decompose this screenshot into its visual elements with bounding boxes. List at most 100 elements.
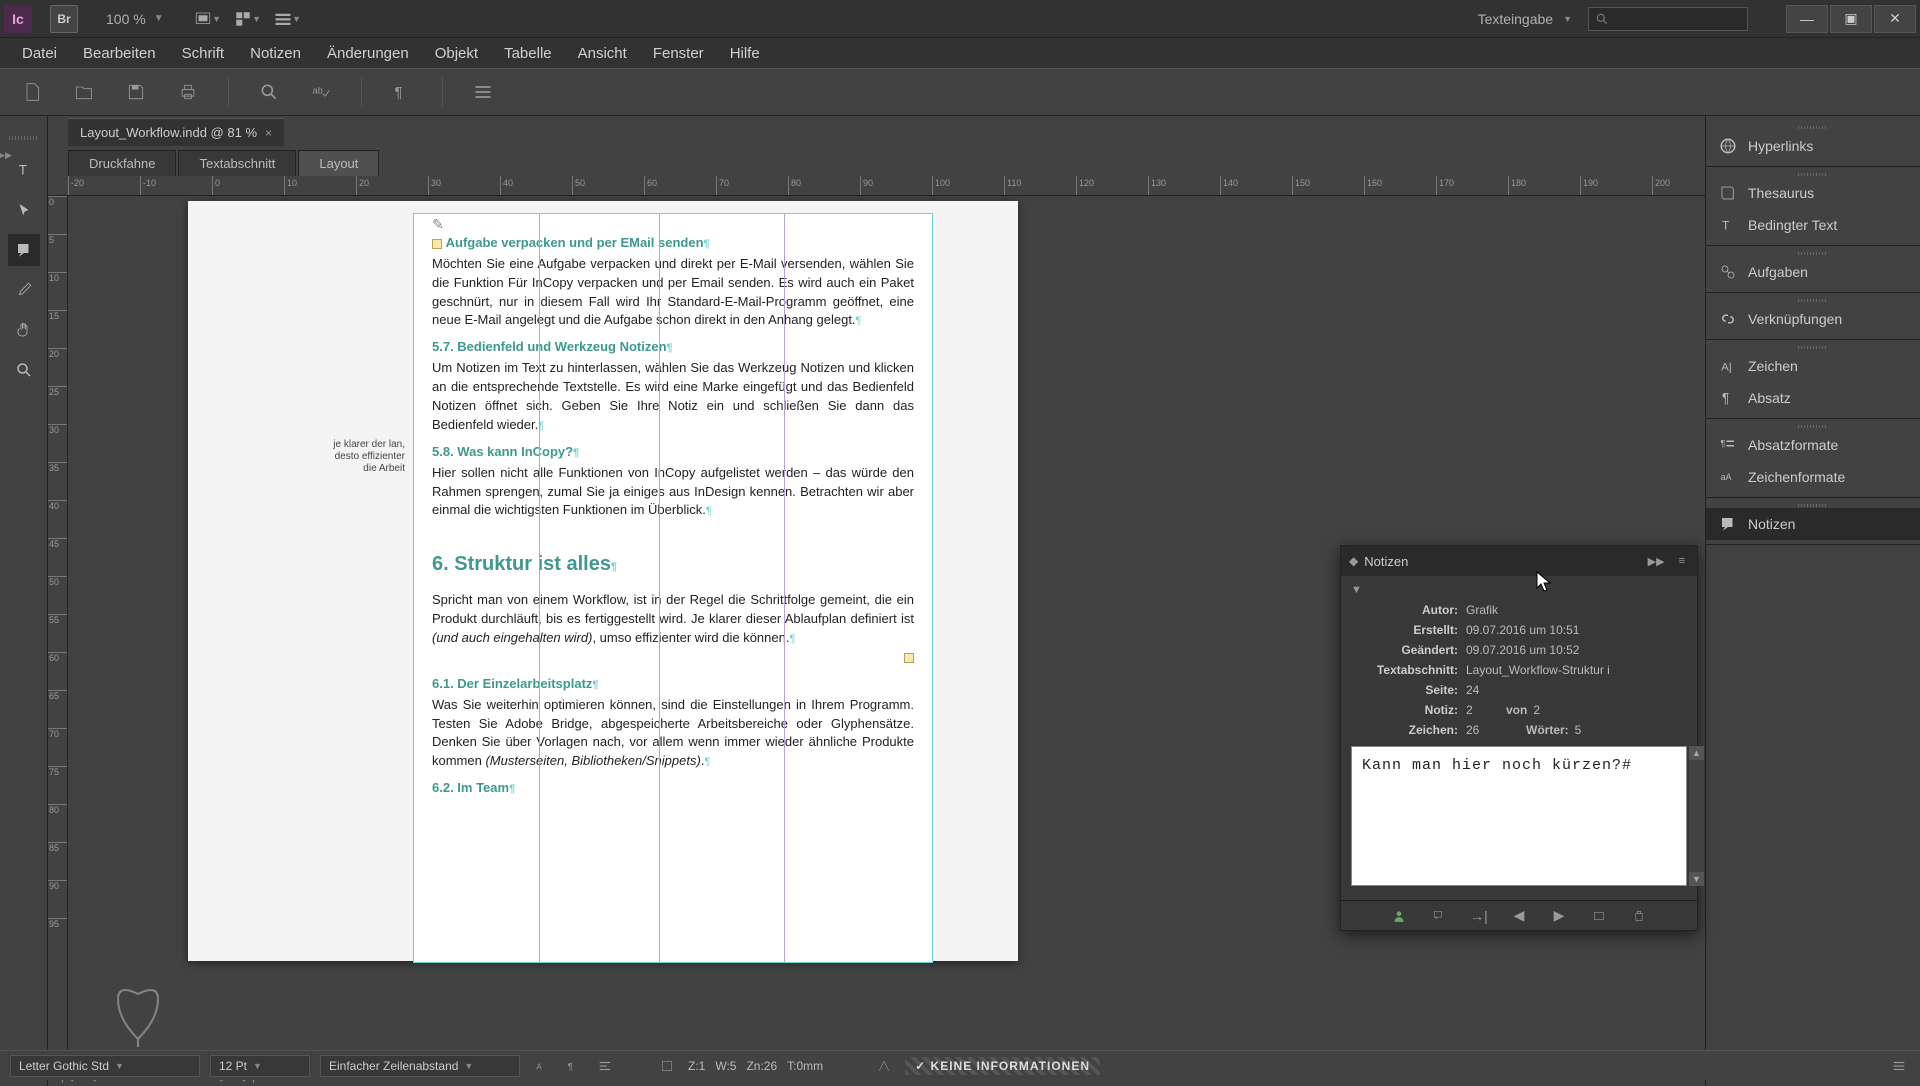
panel-grip[interactable] <box>9 136 39 140</box>
panel-absatz[interactable]: ¶Absatz <box>1706 382 1920 414</box>
chevron-down-icon: ▼ <box>1563 14 1572 24</box>
close-tab-icon[interactable]: × <box>265 126 272 140</box>
delete-note-button[interactable] <box>1629 909 1649 923</box>
heading-5-8: 5.8. Was kann InCopy? <box>432 444 573 459</box>
char-panel-icon[interactable]: A <box>530 1055 552 1077</box>
user-color-icon[interactable] <box>1389 909 1409 923</box>
print-button[interactable] <box>176 80 200 104</box>
new-doc-button[interactable] <box>20 80 44 104</box>
hidden-chars-button[interactable]: ¶ <box>390 80 414 104</box>
collapse-panel-icon[interactable]: ▶▶ <box>1644 555 1669 568</box>
position-tool[interactable] <box>8 194 40 226</box>
panel-aufgaben[interactable]: Aufgaben <box>1706 256 1920 288</box>
type-tool[interactable]: T <box>8 154 40 186</box>
zoom-level-dropdown[interactable]: 100 % ▼ <box>106 11 164 27</box>
panel-absatzformate[interactable]: ¶Absatzformate <box>1706 429 1920 461</box>
autor-value: Grafik <box>1466 603 1687 617</box>
maximize-button[interactable]: ▣ <box>1830 5 1872 33</box>
panel-menu-icon[interactable]: ≡ <box>1675 555 1689 567</box>
scroll-up-icon[interactable]: ▲ <box>1689 746 1704 760</box>
eyedropper-tool[interactable] <box>8 274 40 306</box>
leading-select[interactable]: Einfacher Zeilenabstand▼ <box>320 1055 520 1077</box>
note-anchor-icon[interactable] <box>904 653 914 663</box>
menu-datei[interactable]: Datei <box>10 41 69 66</box>
panel-zeichen[interactable]: A|Zeichen <box>1706 350 1920 382</box>
panel-thesaurus[interactable]: Thesaurus <box>1706 177 1920 209</box>
svg-text:A|: A| <box>1721 362 1731 374</box>
hyperlinks-icon <box>1718 136 1738 156</box>
menu-schrift[interactable]: Schrift <box>170 41 237 66</box>
notes-scrollbar[interactable]: ▲ ▼ <box>1689 746 1704 886</box>
menu-aenderungen[interactable]: Änderungen <box>315 41 421 66</box>
prev-note-button[interactable]: ◀ <box>1509 907 1529 924</box>
find-button[interactable] <box>257 80 281 104</box>
arrange-button[interactable]: ▼ <box>232 5 264 33</box>
search-input[interactable] <box>1588 7 1748 31</box>
vertical-ruler[interactable]: 05101520253035404550556065707580859095 <box>48 196 68 1064</box>
seite-value: 24 <box>1466 683 1687 697</box>
font-family-select[interactable]: Letter Gothic Std▼ <box>10 1055 200 1077</box>
notes-panel-header[interactable]: ◆ Notizen ▶▶ ≡ <box>1341 546 1697 576</box>
document-tab[interactable]: Layout_Workflow.indd @ 81 % × <box>68 118 284 146</box>
scroll-down-icon[interactable]: ▼ <box>1689 872 1704 886</box>
panel-verknuepfungen[interactable]: Verknüpfungen <box>1706 303 1920 335</box>
para-panel-icon[interactable]: ¶ <box>562 1055 584 1077</box>
note-text-area[interactable]: Kann man hier noch kürzen?# <box>1351 746 1687 886</box>
menu-tabelle[interactable]: Tabelle <box>492 41 564 66</box>
menu-fenster[interactable]: Fenster <box>641 41 716 66</box>
view-tab-textabschnitt[interactable]: Textabschnitt <box>178 150 296 176</box>
heading-6: 6. Struktur ist alles <box>432 553 611 575</box>
stats-icon[interactable] <box>656 1055 678 1077</box>
ruler-tick: 120 <box>1076 176 1096 195</box>
hand-tool[interactable] <box>8 314 40 346</box>
next-note-button[interactable]: ▶ <box>1549 907 1569 924</box>
align-left-icon[interactable] <box>594 1055 616 1077</box>
spellcheck-button[interactable]: ab <box>309 80 333 104</box>
view-options-button[interactable]: ▼ <box>272 5 304 33</box>
ruler-tick: 95 <box>48 918 67 929</box>
menu-bearbeiten[interactable]: Bearbeiten <box>71 41 168 66</box>
panel-bedingter-text[interactable]: TBedingter Text <box>1706 209 1920 241</box>
note-tool[interactable] <box>8 234 40 266</box>
screen-mode-button[interactable]: ▼ <box>192 5 224 33</box>
panel-label: Aufgaben <box>1748 264 1808 280</box>
body-text-italic: (und auch eingehalten wird) <box>432 630 592 645</box>
status-menu-icon[interactable] <box>1888 1055 1910 1077</box>
zoom-tool[interactable] <box>8 354 40 386</box>
ruler-tick: 80 <box>788 176 803 195</box>
panel-menu-button[interactable] <box>471 80 495 104</box>
open-button[interactable] <box>72 80 96 104</box>
geaendert-value: 09.07.2016 um 10:52 <box>1466 643 1687 657</box>
bridge-icon[interactable]: Br <box>50 5 78 33</box>
menu-ansicht[interactable]: Ansicht <box>566 41 639 66</box>
body-text: Spricht man von einem Workflow, ist in d… <box>432 592 914 626</box>
ruler-tick: 25 <box>48 386 67 397</box>
ruler-tick: 20 <box>356 176 371 195</box>
text-frame[interactable]: ✎ Aufgabe verpacken und per EMail senden… <box>413 213 933 963</box>
notes-dropdown-toggle[interactable]: ▼ <box>1351 584 1687 596</box>
minimize-button[interactable]: — <box>1786 5 1828 33</box>
view-tab-layout[interactable]: Layout <box>298 150 379 176</box>
add-note-button[interactable] <box>1589 909 1609 923</box>
collapse-left-icon[interactable]: ▶▶ <box>0 148 10 162</box>
menu-notizen[interactable]: Notizen <box>238 41 313 66</box>
horizontal-ruler[interactable]: -20-100102030405060708090100110120130140… <box>48 176 1705 196</box>
menu-objekt[interactable]: Objekt <box>423 41 490 66</box>
menu-hilfe[interactable]: Hilfe <box>718 41 772 66</box>
heading-5-7: 5.7. Bedienfeld und Werkzeug Notizen <box>432 339 667 354</box>
save-button[interactable] <box>124 80 148 104</box>
note-anchor-icon[interactable] <box>432 239 442 249</box>
collapse-icon[interactable]: ◆ <box>1349 554 1358 568</box>
close-button[interactable]: ✕ <box>1874 5 1916 33</box>
go-to-anchor-button[interactable]: →| <box>1469 908 1489 924</box>
copyfit-icon[interactable] <box>873 1055 895 1077</box>
panel-notizen[interactable]: Notizen <box>1706 508 1920 540</box>
new-note-button[interactable] <box>1429 909 1449 923</box>
svg-text:T: T <box>18 163 26 178</box>
panel-zeichenformate[interactable]: aAZeichenformate <box>1706 461 1920 493</box>
font-size-select[interactable]: 12 Pt▼ <box>210 1055 310 1077</box>
svg-text:aA: aA <box>1721 472 1732 482</box>
workspace-selector[interactable]: Texteingabe ▼ <box>1468 7 1582 31</box>
panel-hyperlinks[interactable]: Hyperlinks <box>1706 130 1920 162</box>
view-tab-druckfahne[interactable]: Druckfahne <box>68 150 176 176</box>
